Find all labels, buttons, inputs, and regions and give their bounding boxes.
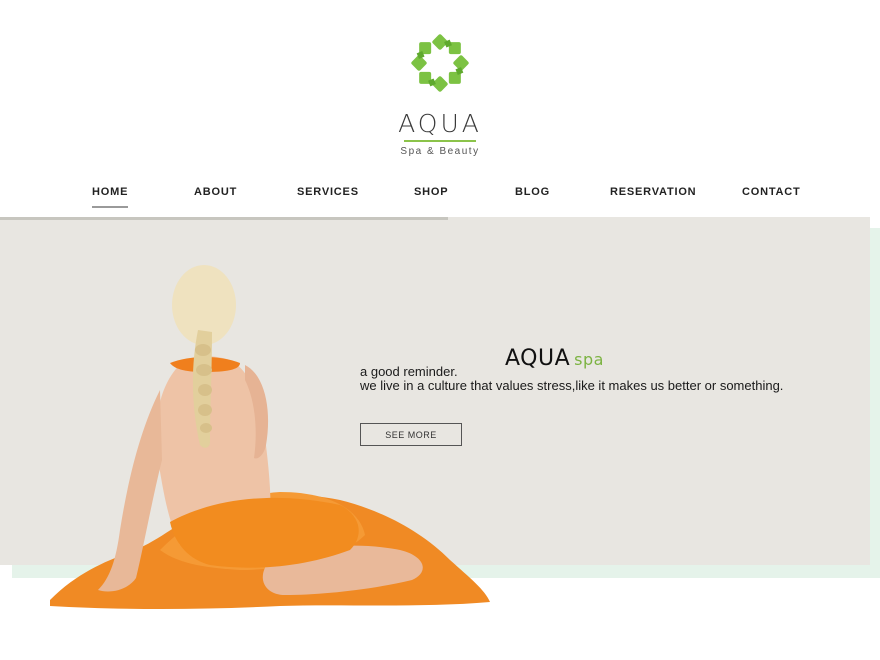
site-logo[interactable]: AQUA Spa & Beauty (0, 33, 880, 157)
nav-about[interactable]: ABOUT (194, 186, 237, 198)
nav-reservation[interactable]: RESERVATION (610, 186, 696, 198)
nav-home[interactable]: HOME (92, 186, 129, 208)
see-more-button[interactable]: SEE MORE (360, 423, 462, 446)
hero-brand-main: AQUA (505, 346, 571, 371)
hero-top-border (0, 217, 448, 220)
nav-contact[interactable]: CONTACT (742, 186, 801, 198)
hero-brand: AQUA spa (505, 346, 604, 371)
nav-services[interactable]: SERVICES (297, 186, 359, 198)
main-nav: HOME ABOUT SERVICES SHOP BLOG RESERVATIO… (0, 186, 880, 208)
logo-divider (404, 140, 476, 142)
nav-blog[interactable]: BLOG (515, 186, 550, 198)
hero-tagline: a good reminder. (360, 364, 458, 379)
logo-subtitle: Spa & Beauty (400, 146, 480, 157)
nav-shop[interactable]: SHOP (414, 186, 448, 198)
flower-leaf-logo-icon (411, 34, 469, 92)
logo-title: AQUA (398, 109, 482, 138)
hero-brand-accent: spa (574, 350, 604, 369)
hero-body-text: we live in a culture that values stress,… (360, 378, 784, 393)
